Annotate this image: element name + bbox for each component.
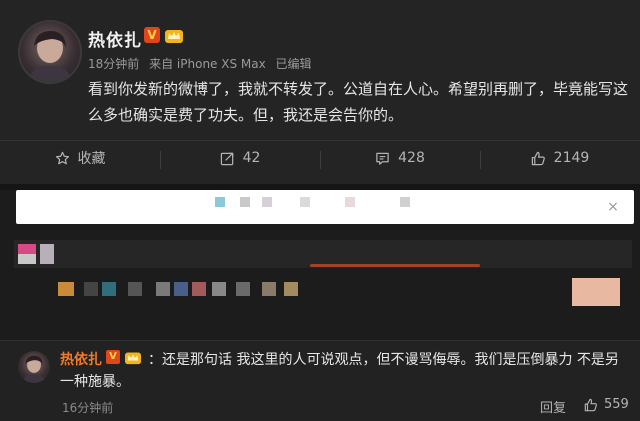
redacted-pixel bbox=[212, 282, 226, 296]
reply-text: ：还是那句话 我这里的人可说观点，但不谩骂侮辱。我们是压倒暴力 不是另一种施暴。 bbox=[60, 352, 619, 390]
reply-button[interactable]: 回复 bbox=[540, 397, 566, 416]
thumbs-up-icon bbox=[584, 398, 598, 412]
favorite-button[interactable]: 收藏 bbox=[0, 141, 160, 171]
comment-compose-box[interactable]: × bbox=[16, 190, 634, 224]
comment-button[interactable]: 428 bbox=[320, 141, 480, 171]
redacted-pixel bbox=[262, 282, 276, 296]
redacted-pixel bbox=[572, 278, 620, 306]
redacted-pixel bbox=[84, 282, 98, 296]
redacted-pixel bbox=[215, 197, 225, 207]
post-edited[interactable]: 已编辑 bbox=[276, 57, 312, 71]
redacted-pixel bbox=[128, 282, 142, 296]
verified-v-badge-icon: V bbox=[144, 27, 160, 43]
repost-count: 42 bbox=[242, 150, 261, 166]
redacted-pixel bbox=[102, 282, 116, 296]
reply-username[interactable]: 热依扎 bbox=[60, 349, 102, 369]
post-content: 看到你发新的微博了，我就不转发了。公道自在人心。希望别再删了，毕竟能写这么多也确… bbox=[88, 80, 629, 124]
verified-v-badge-icon: V bbox=[106, 350, 120, 364]
repost-icon bbox=[220, 151, 235, 166]
avatar-image bbox=[22, 355, 46, 383]
reply-like-button[interactable]: 559 bbox=[584, 397, 629, 412]
redacted-pixel bbox=[236, 282, 250, 296]
redacted-pixel bbox=[400, 197, 410, 207]
vip-crown-icon bbox=[125, 352, 141, 365]
repost-button[interactable]: 42 bbox=[160, 141, 320, 171]
post-source: 来自 iPhone XS Max bbox=[149, 57, 266, 71]
redacted-pixel bbox=[345, 197, 355, 207]
reply-like-count: 559 bbox=[604, 397, 629, 412]
avatar-image bbox=[28, 30, 72, 82]
post-time[interactable]: 18分钟前 bbox=[88, 57, 139, 71]
star-icon bbox=[55, 151, 70, 166]
redacted-pixel bbox=[40, 244, 54, 264]
vip-crown-icon bbox=[165, 30, 183, 43]
redacted-pixel bbox=[300, 197, 310, 207]
thumbs-up-icon bbox=[531, 151, 546, 166]
redacted-pixel bbox=[174, 282, 188, 296]
like-count: 2149 bbox=[553, 150, 590, 166]
reply-time: 16分钟前 bbox=[62, 401, 114, 415]
redacted-pixel bbox=[58, 282, 74, 296]
redacted-pixel bbox=[18, 254, 36, 264]
redacted-pixel bbox=[284, 282, 298, 296]
redacted-pixel bbox=[240, 197, 250, 207]
redacted-pixel bbox=[262, 197, 272, 207]
reply-comment: ：还是那句话 我这里的人可说观点，但不谩骂侮辱。我们是压倒暴力 不是另一种施暴。… bbox=[0, 340, 640, 421]
post-username[interactable]: 热依扎 bbox=[88, 26, 142, 51]
comment-input[interactable] bbox=[16, 190, 634, 224]
redacted-pixel bbox=[192, 282, 206, 296]
avatar[interactable] bbox=[18, 20, 82, 84]
redacted-pixel bbox=[156, 282, 170, 296]
like-button[interactable]: 2149 bbox=[480, 141, 640, 171]
weibo-post: 热依扎 V 18分钟前 来自 iPhone XS Max 已编辑 看到你发新的微… bbox=[0, 0, 640, 184]
reply-avatar[interactable] bbox=[18, 351, 50, 383]
comment-icon bbox=[375, 151, 390, 166]
favorite-label: 收藏 bbox=[77, 151, 106, 167]
comment-count: 428 bbox=[398, 150, 425, 166]
redacted-pixel bbox=[18, 244, 36, 254]
post-meta: 18分钟前 来自 iPhone XS Max 已编辑 bbox=[88, 55, 318, 72]
redacted-line bbox=[310, 264, 480, 267]
close-icon[interactable]: × bbox=[604, 198, 622, 216]
post-action-bar: 收藏 42 428 2149 bbox=[0, 140, 640, 171]
